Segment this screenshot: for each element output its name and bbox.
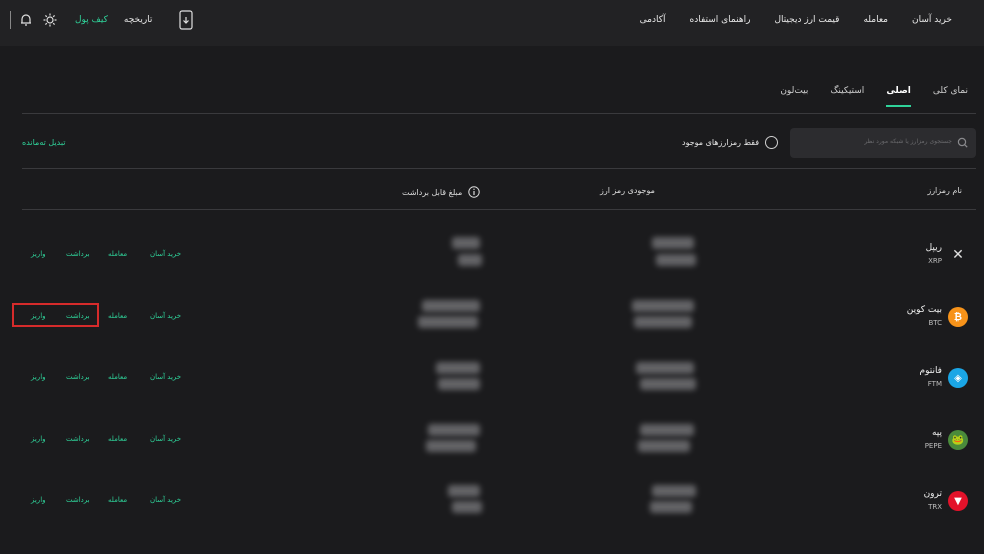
easy-buy-link[interactable]: خرید آسان <box>150 250 181 258</box>
table-row: ◈ فانتوم FTM خرید آسان معامله برداشت واریز <box>0 366 984 406</box>
table-row: ▼ ترون TRX خرید آسان معامله برداشت واریز <box>0 489 984 529</box>
search-input[interactable]: جستجوی رمزارز یا شبکه مورد نظر <box>790 128 976 158</box>
coin-name: فانتوم <box>919 366 943 376</box>
withdraw-link[interactable]: برداشت <box>66 250 90 258</box>
nav-item-prices[interactable]: قیمت ارز دیجیتال <box>774 15 839 25</box>
bell-icon[interactable] <box>19 13 33 27</box>
main-nav: خرید آسان معامله قیمت ارز دیجیتال راهنما… <box>640 0 952 40</box>
easy-buy-link[interactable]: خرید آسان <box>150 496 181 504</box>
withdrawable-amount-blurred <box>448 485 480 497</box>
balance-amount-blurred <box>652 237 694 249</box>
easy-buy-link[interactable]: خرید آسان <box>150 373 181 381</box>
table-row: 🐸 پپه PEPE خرید آسان معامله برداشت واریز <box>0 428 984 468</box>
balance-amount-blurred <box>650 501 692 513</box>
tab-overview[interactable]: نمای کلی <box>933 86 968 104</box>
withdrawable-amount-blurred <box>422 300 480 312</box>
xrp-icon: ✕ <box>952 247 964 263</box>
withdrawable-amount-blurred <box>452 501 482 513</box>
easy-buy-link[interactable]: خرید آسان <box>150 312 181 320</box>
search-placeholder: جستجوی رمزارز یا شبکه مورد نظر <box>864 138 952 145</box>
coin-symbol: FTM <box>927 380 942 388</box>
balance-amount-blurred <box>640 378 696 390</box>
filter-divider <box>22 168 976 169</box>
balance-amount-blurred <box>656 254 696 266</box>
deposit-link[interactable]: واریز <box>31 435 46 443</box>
coin-symbol: BTC <box>928 319 942 327</box>
withdrawable-amount-blurred <box>418 316 478 328</box>
withdrawable-amount-blurred <box>452 237 480 249</box>
nav-item-trade[interactable]: معامله <box>863 15 888 25</box>
coin-symbol: PEPE <box>924 442 942 450</box>
trade-link[interactable]: معامله <box>108 250 127 258</box>
highlight-box <box>12 303 99 327</box>
convert-dust-link[interactable]: تبدیل ته‌مانده <box>22 138 66 147</box>
withdrawable-amount-blurred <box>438 378 480 390</box>
balance-amount-blurred <box>632 300 694 312</box>
withdraw-link[interactable]: برداشت <box>66 373 90 381</box>
coin-name: پپه <box>931 428 942 438</box>
withdrawable-amount-blurred <box>436 362 480 374</box>
balance-amount-blurred <box>634 316 692 328</box>
trade-link[interactable]: معامله <box>108 373 127 381</box>
ftm-icon: ◈ <box>948 368 968 388</box>
filter-radio[interactable] <box>765 136 779 149</box>
tab-main[interactable]: اصلی <box>886 86 911 107</box>
withdrawable-amount-blurred <box>458 254 482 266</box>
deposit-link[interactable]: واریز <box>31 373 46 381</box>
filter-label: فقط رمزارزهای موجود <box>682 138 760 147</box>
coin-name: ترون <box>923 489 942 499</box>
table-row: ₿ بیت کوین BTC خرید آسان معامله برداشت واریز <box>0 305 984 345</box>
nav-history[interactable]: تاریخچه <box>124 15 153 25</box>
coin-symbol: TRX <box>928 503 942 511</box>
balance-amount-blurred <box>636 362 694 374</box>
coin-symbol: XRP <box>928 257 942 265</box>
balance-amount-blurred <box>640 424 694 436</box>
trx-icon: ▼ <box>948 491 968 511</box>
sun-theme-icon[interactable] <box>43 13 57 27</box>
withdrawable-amount-blurred <box>428 424 480 436</box>
withdraw-link[interactable]: برداشت <box>66 435 90 443</box>
pepe-icon: 🐸 <box>948 430 968 450</box>
nav-divider <box>10 11 11 29</box>
easy-buy-link[interactable]: خرید آسان <box>150 435 181 443</box>
search-icon <box>957 137 968 148</box>
wallet-tabs: نمای کلی اصلی استیکینگ بیت‌لون <box>780 86 968 107</box>
header-divider <box>22 209 976 210</box>
withdrawable-amount-blurred <box>426 440 476 452</box>
trade-link[interactable]: معامله <box>108 496 127 504</box>
trade-link[interactable]: معامله <box>108 435 127 443</box>
col-header-balance: موجودی رمز ارز <box>600 186 655 195</box>
trade-link[interactable]: معامله <box>108 312 127 320</box>
btc-icon: ₿ <box>948 307 968 327</box>
only-available-filter[interactable]: فقط رمزارزهای موجود <box>682 136 779 149</box>
balance-amount-blurred <box>652 485 696 497</box>
col-header-withdrawable: مبلغ قابل برداشت <box>402 186 480 198</box>
col-header-name: نام رمزارز <box>927 186 962 195</box>
deposit-link[interactable]: واریز <box>31 496 46 504</box>
info-icon[interactable] <box>468 186 480 198</box>
nav-wallet[interactable]: کیف پول <box>75 15 108 25</box>
phone-download-icon[interactable] <box>178 10 194 30</box>
user-nav: کیف پول تاریخچه <box>10 0 194 40</box>
balance-amount-blurred <box>638 440 690 452</box>
table-row: ✕ ریپل XRP خرید آسان معامله برداشت واریز <box>0 243 984 283</box>
nav-item-academy[interactable]: آکادمی <box>640 15 666 25</box>
tabs-divider <box>22 113 976 114</box>
nav-item-easy-buy[interactable]: خرید آسان <box>912 15 952 25</box>
tab-staking[interactable]: استیکینگ <box>830 86 864 104</box>
withdraw-link[interactable]: برداشت <box>66 496 90 504</box>
coin-name: بیت کوین <box>906 305 942 315</box>
top-navbar: خرید آسان معامله قیمت ارز دیجیتال راهنما… <box>0 0 984 46</box>
tab-bitloan[interactable]: بیت‌لون <box>780 86 808 104</box>
col-header-withdrawable-label: مبلغ قابل برداشت <box>402 187 463 197</box>
deposit-link[interactable]: واریز <box>31 250 46 258</box>
nav-item-guide[interactable]: راهنمای استفاده <box>690 15 751 25</box>
coin-name: ریپل <box>925 243 942 253</box>
